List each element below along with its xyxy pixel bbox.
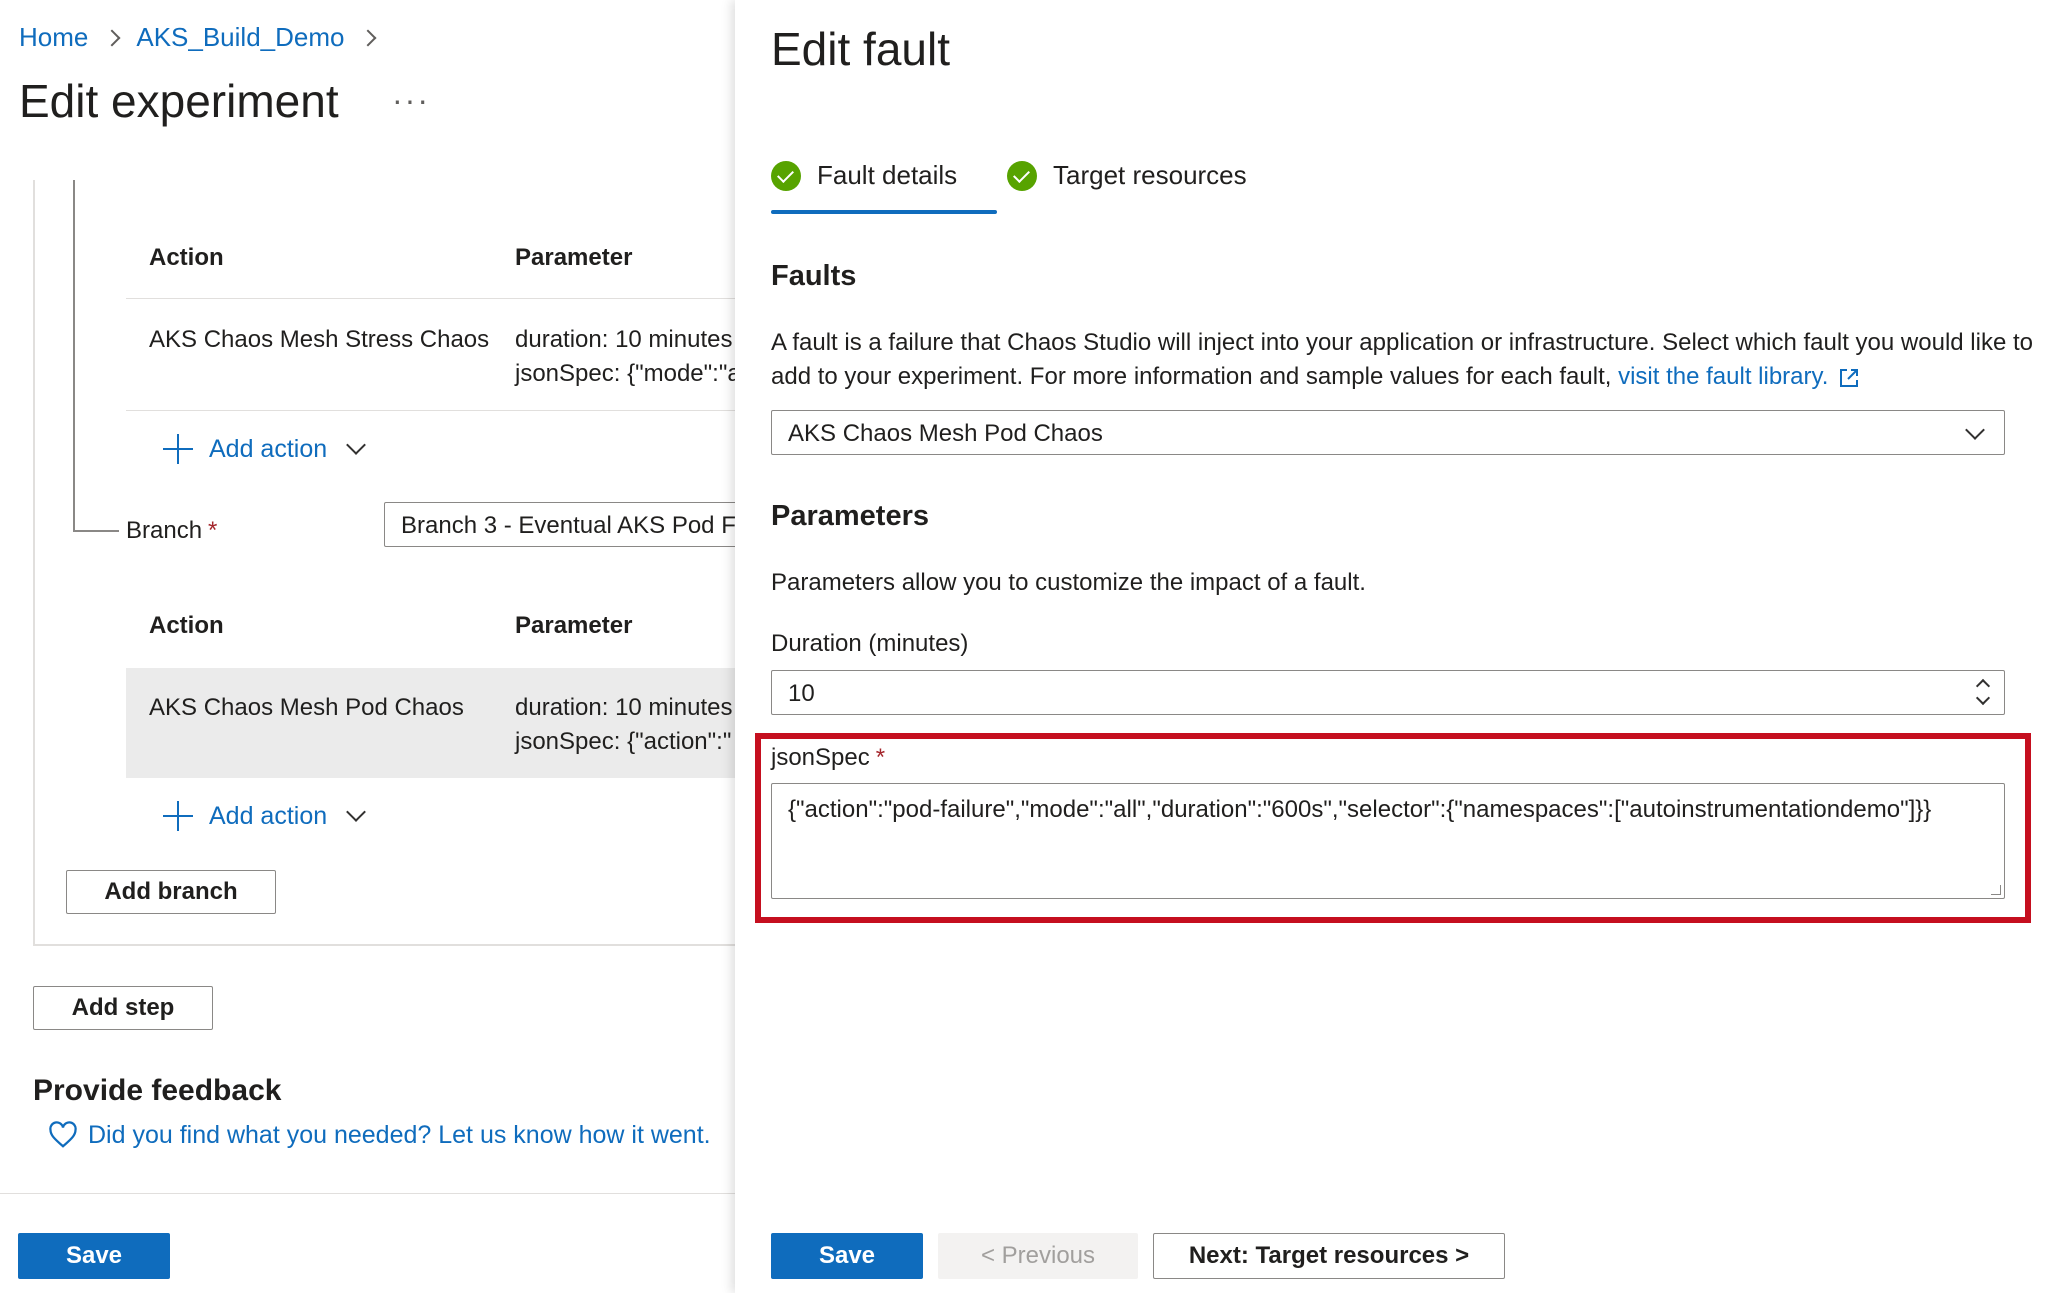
feedback-link-text: Did you find what you needed? Let us kno…	[88, 1120, 711, 1149]
chevron-down-icon	[1965, 420, 1985, 440]
fault-library-link[interactable]: visit the fault library.	[1618, 363, 1828, 390]
breadcrumb: Home AKS_Build_Demo	[19, 22, 392, 53]
add-action-button[interactable]: Add action	[163, 801, 367, 831]
add-step-button[interactable]: Add step	[33, 986, 213, 1030]
check-circle-icon	[1007, 160, 1037, 191]
check-circle-icon	[771, 160, 801, 191]
faults-section-title: Faults	[771, 260, 857, 292]
breadcrumb-home[interactable]: Home	[19, 22, 88, 53]
jsonspec-label-text: jsonSpec	[771, 744, 870, 771]
fault-select[interactable]: AKS Chaos Mesh Pod Chaos	[771, 410, 2005, 455]
resize-handle[interactable]	[1991, 885, 2001, 895]
more-options-icon[interactable]: ···	[392, 82, 430, 119]
add-action-label: Add action	[209, 801, 328, 830]
heart-icon	[49, 1121, 77, 1148]
chevron-down-icon[interactable]	[1975, 690, 1991, 706]
save-button[interactable]: Save	[771, 1233, 923, 1279]
tree-connector	[73, 530, 119, 532]
column-header-action: Action	[149, 612, 224, 639]
chevron-down-icon	[346, 802, 367, 822]
external-link-icon[interactable]	[1838, 367, 1860, 389]
duration-label: Duration (minutes)	[771, 630, 969, 657]
chevron-right-icon	[359, 29, 377, 46]
table-row-parameter: duration: 10 minutes	[515, 694, 733, 721]
table-row-action[interactable]: AKS Chaos Mesh Stress Chaos	[149, 326, 489, 354]
jsonspec-value: {"action":"pod-failure","mode":"all","du…	[788, 796, 1932, 823]
feedback-link[interactable]: Did you find what you needed? Let us kno…	[48, 1120, 711, 1150]
feedback-title: Provide feedback	[33, 1074, 282, 1107]
table-row-action[interactable]: AKS Chaos Mesh Pod Chaos	[149, 694, 464, 722]
add-branch-button[interactable]: Add branch	[66, 870, 276, 914]
add-action-label: Add action	[209, 434, 328, 463]
duration-input[interactable]: 10	[771, 670, 2005, 715]
required-marker: *	[875, 744, 886, 771]
jsonspec-textarea[interactable]: {"action":"pod-failure","mode":"all","du…	[771, 783, 2005, 899]
branch-label-text: Branch	[126, 517, 203, 544]
branch-label: Branch *	[126, 517, 217, 545]
jsonspec-label: jsonSpec *	[771, 744, 885, 772]
experiment-pane: Home AKS_Build_Demo Edit experiment ··· …	[0, 0, 735, 1293]
breadcrumb-experiment[interactable]: AKS_Build_Demo	[136, 22, 344, 53]
next-target-resources-button[interactable]: Next: Target resources >	[1153, 1233, 1505, 1279]
page-title: Edit experiment	[19, 75, 339, 127]
previous-button[interactable]: < Previous	[938, 1233, 1138, 1279]
plus-icon	[163, 434, 193, 464]
spinner[interactable]	[1974, 675, 1994, 709]
column-header-action: Action	[149, 244, 224, 271]
faults-description: A fault is a failure that Chaos Studio w…	[771, 326, 2041, 394]
divider	[126, 410, 735, 411]
tab-label: Fault details	[817, 160, 958, 190]
parameters-section-title: Parameters	[771, 500, 929, 532]
divider	[126, 298, 735, 299]
panel-title: Edit fault	[771, 23, 950, 75]
add-action-button[interactable]: Add action	[163, 434, 367, 464]
save-button[interactable]: Save	[18, 1233, 170, 1279]
duration-value: 10	[788, 680, 815, 707]
step-container	[33, 180, 735, 946]
table-row-parameter: jsonSpec: {"mode":"all"	[515, 360, 735, 387]
tree-connector	[73, 180, 75, 530]
column-header-parameter: Parameter	[515, 244, 633, 271]
plus-icon	[163, 801, 193, 831]
table-row-selected[interactable]	[126, 668, 735, 778]
column-header-parameter: Parameter	[515, 612, 633, 639]
table-row-parameter: jsonSpec: {"action":"	[515, 728, 732, 755]
chevron-down-icon	[346, 435, 367, 455]
required-marker: *	[208, 517, 218, 544]
active-tab-indicator	[771, 210, 997, 214]
tab-target-resources[interactable]: Target resources	[1007, 160, 1247, 191]
tab-fault-details[interactable]: Fault details	[771, 160, 957, 191]
chevron-right-icon	[103, 29, 121, 46]
tab-label: Target resources	[1053, 160, 1247, 190]
table-row-parameter: duration: 10 minutes	[515, 326, 733, 353]
parameters-description: Parameters allow you to customize the im…	[771, 569, 1366, 596]
branch-name-input[interactable]: Branch 3 - Eventual AKS Pod Failure	[384, 502, 735, 547]
edit-fault-panel: Edit fault Fault details Target resource…	[735, 0, 2061, 1293]
fault-select-value: AKS Chaos Mesh Pod Chaos	[788, 420, 1103, 447]
